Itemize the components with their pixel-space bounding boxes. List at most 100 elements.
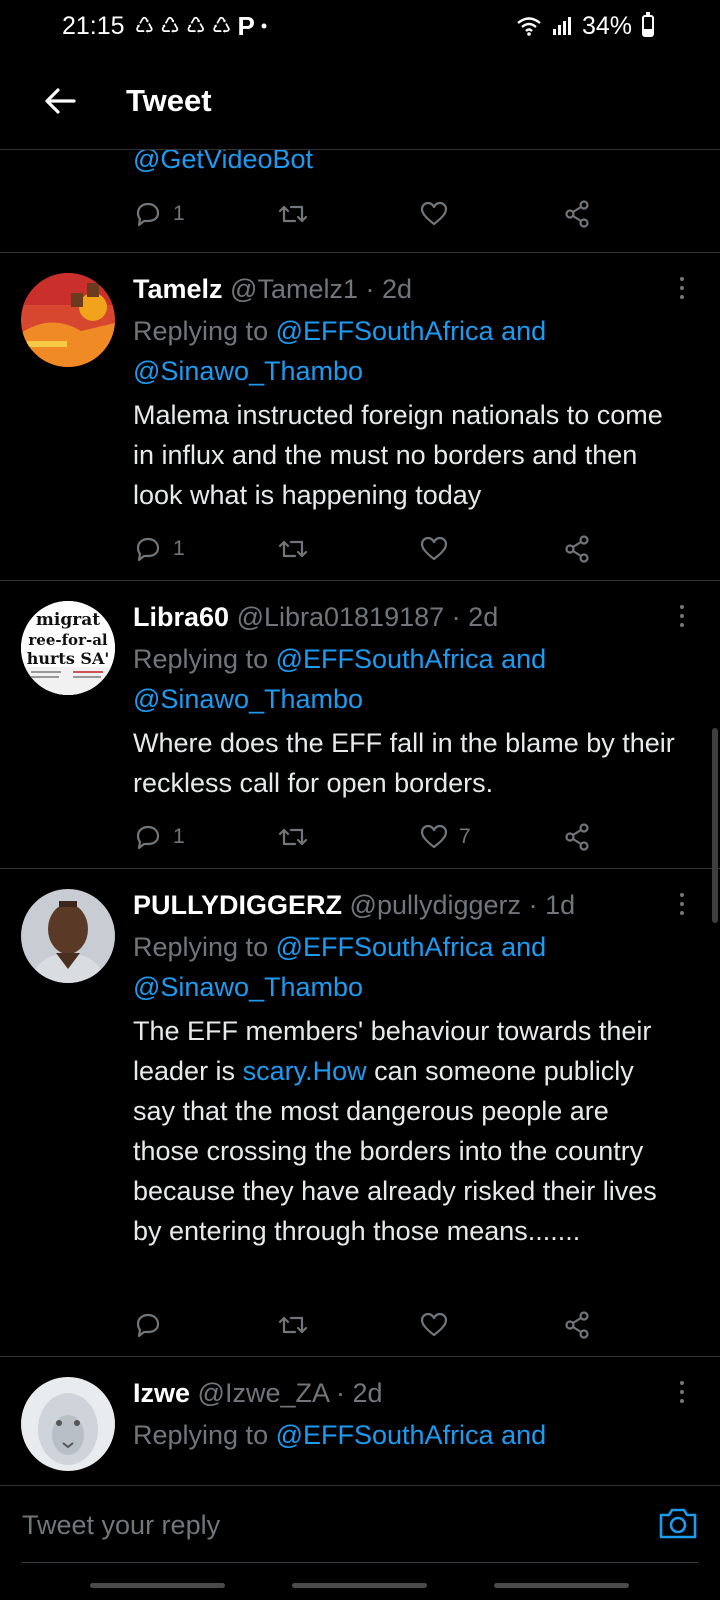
user-handle[interactable]: @Tamelz1 xyxy=(230,274,358,304)
reply-icon xyxy=(136,825,160,850)
reply-count: 1 xyxy=(173,825,185,848)
mention-link[interactable]: @GetVideoBot xyxy=(133,150,313,175)
camera-button[interactable] xyxy=(658,1506,698,1545)
retweet-icon xyxy=(278,1316,308,1334)
mention-link[interactable]: @Sinawo_Thambo xyxy=(133,356,363,386)
arrow-left-icon xyxy=(45,87,76,114)
heart-icon xyxy=(420,824,448,849)
display-name[interactable]: PULLYDIGGERZ xyxy=(133,890,342,920)
tweet-actions: 1 7 xyxy=(133,817,613,857)
heart-icon xyxy=(420,1312,448,1337)
reply-button[interactable]: 1 xyxy=(133,194,276,234)
scrollbar[interactable] xyxy=(712,728,718,923)
share-button[interactable] xyxy=(562,529,592,569)
reply-count: 1 xyxy=(173,202,185,225)
tweet-time: 2d xyxy=(382,274,413,304)
user-handle[interactable]: @Izwe_ZA xyxy=(198,1378,329,1408)
tweet-actions: 1 xyxy=(133,194,613,234)
tweet-inline-link[interactable]: scary.How xyxy=(243,1056,367,1086)
like-button[interactable] xyxy=(419,529,562,569)
retweet-button[interactable] xyxy=(276,817,419,857)
like-button[interactable]: 7 xyxy=(419,817,562,857)
heart-icon xyxy=(420,201,448,226)
battery-icon xyxy=(642,12,654,37)
share-button[interactable] xyxy=(562,1305,592,1345)
mention-link[interactable]: @Sinawo_Thambo xyxy=(133,972,363,1002)
avatar[interactable] xyxy=(21,273,115,367)
tweet-actions: 1 xyxy=(133,529,613,569)
replying-prefix: Replying to xyxy=(133,316,276,346)
heart-icon xyxy=(420,536,448,561)
reply-input[interactable]: Tweet your reply xyxy=(22,1510,658,1541)
user-handle[interactable]: @Libra01819187 xyxy=(237,602,445,632)
status-right: 34% xyxy=(516,12,654,41)
separator: · xyxy=(451,602,461,632)
replies-feed[interactable]: @GetVideoBot 1 Tamelz @Tamelz1 · 2d Repl… xyxy=(0,150,720,1485)
display-name[interactable]: Tamelz xyxy=(133,274,223,304)
reply-icon xyxy=(136,537,160,562)
reply-button[interactable] xyxy=(133,1305,276,1345)
system-nav-bar xyxy=(0,1583,720,1591)
tweet-content: Izwe @Izwe_ZA · 2d Replying to @EFFSouth… xyxy=(133,1375,680,1455)
reply-tweet[interactable]: PULLYDIGGERZ @pullydiggerz · 1d Replying… xyxy=(0,869,720,1357)
wifi-icon xyxy=(517,17,541,36)
p-icon: P xyxy=(237,10,255,41)
avatar[interactable] xyxy=(21,1377,115,1471)
mention-link[interactable]: @Sinawo_Thambo xyxy=(133,684,363,714)
tweet-meta: Libra60 @Libra01819187 · 2d xyxy=(133,599,680,635)
share-icon xyxy=(565,1311,589,1339)
retweet-icon xyxy=(278,540,308,558)
share-button[interactable] xyxy=(562,194,592,234)
avatar[interactable]: migrat ree-for-al hurts SA' xyxy=(21,601,115,695)
avatar[interactable] xyxy=(21,889,115,983)
like-button[interactable] xyxy=(419,1305,562,1345)
share-button[interactable] xyxy=(562,817,592,857)
tweet-text: The EFF members' behaviour towards their… xyxy=(133,1011,680,1251)
status-bar: 21:15 ♺ ♺ ♺ ♺ P • 34% xyxy=(0,0,720,52)
nav-recent-button[interactable] xyxy=(90,1583,225,1588)
reply-count: 1 xyxy=(173,537,185,560)
reply-tweet[interactable]: Izwe @Izwe_ZA · 2d Replying to @EFFSouth… xyxy=(0,1357,720,1485)
signal-icon xyxy=(552,17,571,35)
nav-back-button[interactable] xyxy=(494,1583,629,1588)
reply-button[interactable]: 1 xyxy=(133,529,276,569)
user-handle[interactable]: @pullydiggerz xyxy=(350,890,522,920)
display-name[interactable]: Libra60 xyxy=(133,602,229,632)
back-button[interactable] xyxy=(0,87,120,115)
battery-percent: 34% xyxy=(581,11,632,40)
mention-link[interactable]: @EFFSouthAfrica and xyxy=(276,316,547,346)
retweet-button[interactable] xyxy=(276,529,419,569)
replying-prefix: Replying to xyxy=(133,932,276,962)
share-icon xyxy=(565,535,589,563)
reply-icon xyxy=(136,202,160,227)
replying-to: Replying to @EFFSouthAfrica and @Sinawo_… xyxy=(133,639,680,719)
reply-tweet[interactable]: migrat ree-for-al hurts SA' Libra60 @Lib… xyxy=(0,581,720,869)
nav-home-button[interactable] xyxy=(292,1583,427,1588)
tweet-meta: Tamelz @Tamelz1 · 2d xyxy=(133,271,680,307)
replying-prefix: Replying to xyxy=(133,1420,276,1450)
recycle-icon: ♺ xyxy=(211,13,232,38)
replying-to: Replying to @EFFSouthAfrica and @Sinawo_… xyxy=(133,927,680,1007)
tweet-time: 2d xyxy=(468,602,499,632)
share-icon xyxy=(565,823,589,851)
camera-icon xyxy=(659,1508,697,1539)
reply-button[interactable]: 1 xyxy=(133,817,276,857)
retweet-icon xyxy=(278,205,308,223)
retweet-button[interactable] xyxy=(276,1305,419,1345)
display-name[interactable]: Izwe xyxy=(133,1378,190,1408)
reply-tweet[interactable]: Tamelz @Tamelz1 · 2d Replying to @EFFSou… xyxy=(0,253,720,581)
mention-link[interactable]: @EFFSouthAfrica and xyxy=(276,932,547,962)
retweet-button[interactable] xyxy=(276,194,419,234)
previous-tweet-tail[interactable]: @GetVideoBot 1 xyxy=(0,150,720,253)
like-button[interactable] xyxy=(419,194,562,234)
tweet-text: Malema instructed foreign nationals to c… xyxy=(133,400,663,510)
avatar-text: migrat xyxy=(36,610,100,630)
mention-link[interactable]: @EFFSouthAfrica and xyxy=(276,644,547,674)
recycle-icon: ♺ xyxy=(186,13,206,38)
avatar-text: ree-for-al xyxy=(28,631,108,649)
replying-prefix: Replying to xyxy=(133,644,276,674)
status-left: 21:15 ♺ ♺ ♺ ♺ P • xyxy=(62,11,267,42)
mention-link[interactable]: @EFFSouthAfrica and xyxy=(276,1420,547,1450)
status-time: 21:15 xyxy=(62,11,125,40)
avatar-text: hurts SA' xyxy=(27,649,110,668)
